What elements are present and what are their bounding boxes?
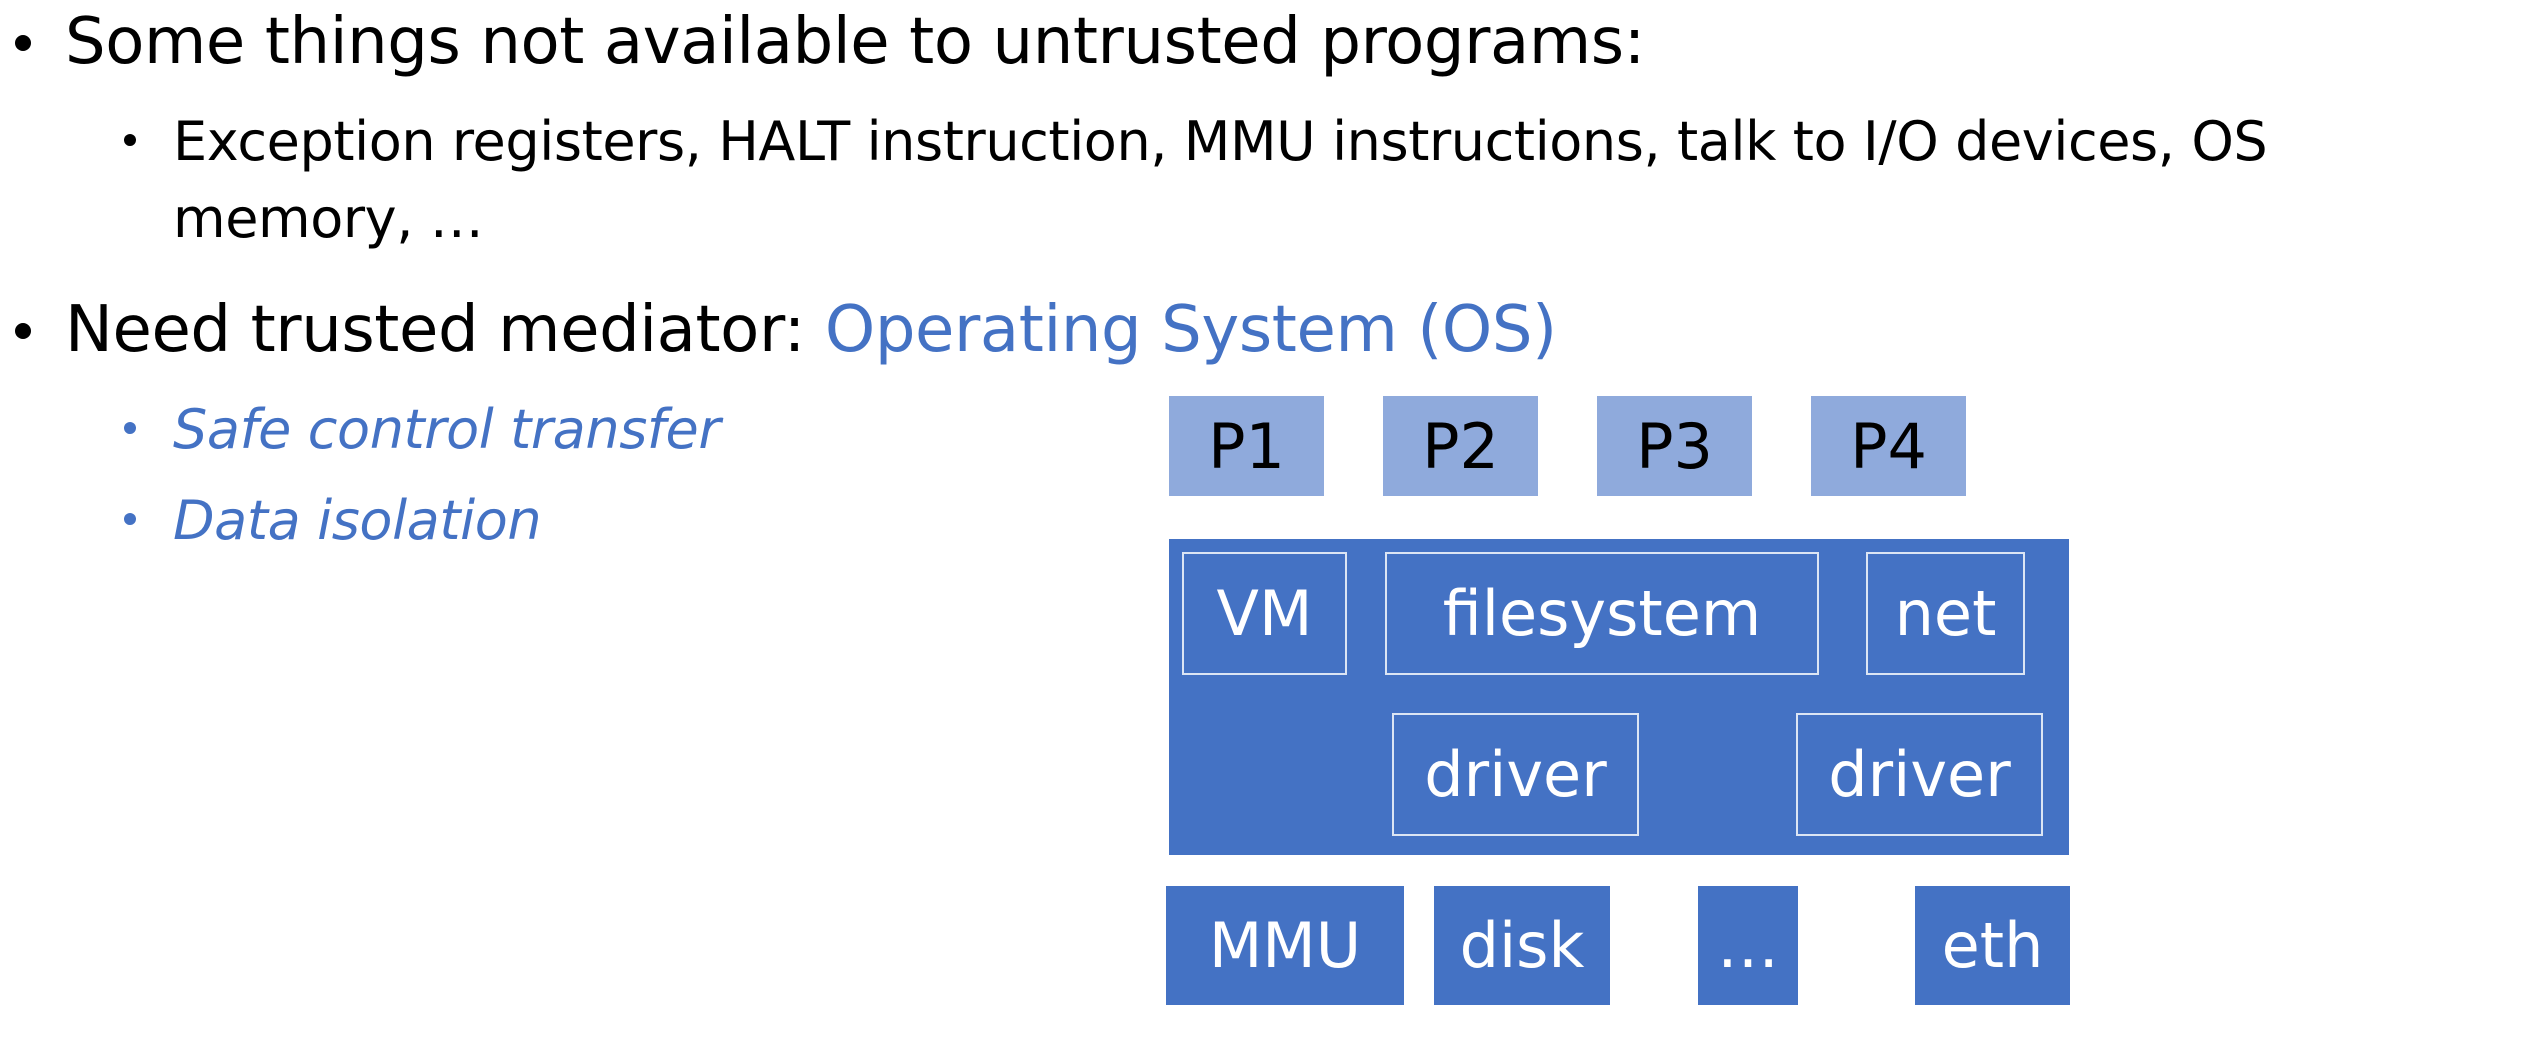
process-box-p4: P4 xyxy=(1811,396,1966,496)
bullet-dot xyxy=(15,323,31,339)
sub-bullet-safe-control-transfer: Safe control transfer xyxy=(173,398,721,461)
sub-bullet-data-isolation: Data isolation xyxy=(173,489,542,552)
trusted-mediator-prefix: Need trusted mediator: xyxy=(65,293,825,367)
bullet-dot xyxy=(15,35,31,51)
bullet-untrusted-programs: Some things not available to untrusted p… xyxy=(65,5,1645,79)
hardware-box-eth: eth xyxy=(1915,886,2070,1005)
sub-bullet-dot xyxy=(124,422,136,434)
kernel-vm-box: VM xyxy=(1182,552,1347,675)
kernel-driver-box-right: driver xyxy=(1796,713,2043,836)
kernel-driver-box-left: driver xyxy=(1392,713,1639,836)
slide: Some things not available to untrusted p… xyxy=(0,0,2524,1059)
kernel-filesystem-box: filesystem xyxy=(1385,552,1819,675)
hardware-box-mmu: MMU xyxy=(1166,886,1404,1005)
sub-bullet-restricted-things-line2: memory, … xyxy=(173,187,484,250)
sub-bullet-dot xyxy=(124,134,136,146)
bullet-trusted-mediator: Need trusted mediator: Operating System … xyxy=(65,298,1557,362)
hardware-box-ellipsis: … xyxy=(1698,886,1798,1005)
process-box-p1: P1 xyxy=(1169,396,1324,496)
process-box-p2: P2 xyxy=(1383,396,1538,496)
os-highlight: Operating System (OS) xyxy=(824,293,1557,367)
hardware-box-disk: disk xyxy=(1434,886,1610,1005)
kernel-net-box: net xyxy=(1866,552,2025,675)
sub-bullet-restricted-things-line1: Exception registers, HALT instruction, M… xyxy=(173,110,2268,173)
sub-bullet-dot xyxy=(124,513,136,525)
process-box-p3: P3 xyxy=(1597,396,1752,496)
